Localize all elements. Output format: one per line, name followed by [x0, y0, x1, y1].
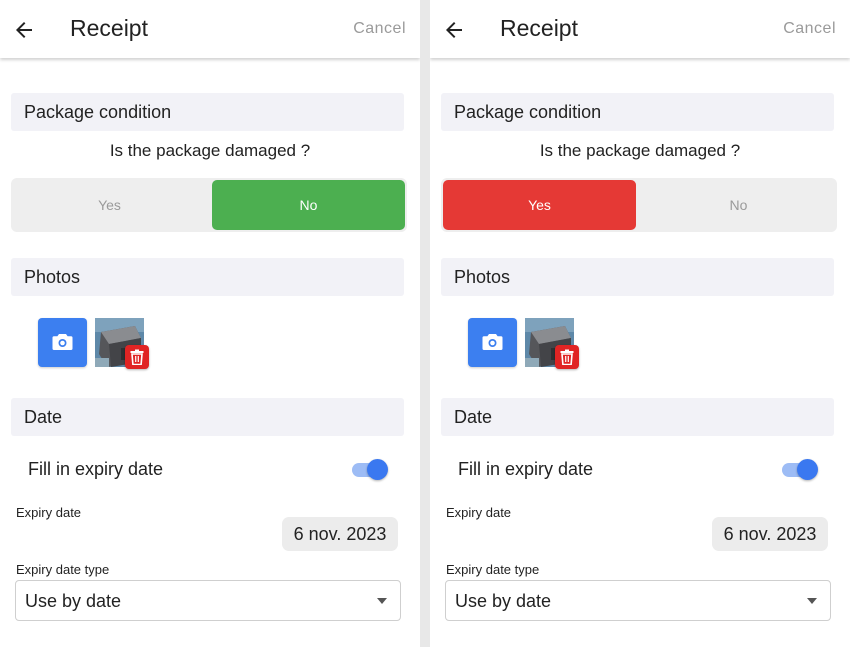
back-arrow-icon[interactable] [12, 18, 36, 42]
expiry-date-toggle[interactable] [780, 458, 820, 480]
damage-segmented-control: Yes No [11, 178, 407, 232]
trash-icon [560, 349, 574, 365]
expiry-date-picker[interactable]: 6 nov. 2023 [282, 517, 398, 551]
add-photo-button[interactable] [38, 318, 87, 367]
back-arrow-icon[interactable] [442, 18, 466, 42]
expiry-type-label: Expiry date type [446, 562, 540, 577]
no-button[interactable]: No [212, 180, 405, 230]
expiry-toggle-label: Fill in expiry date [28, 459, 164, 479]
camera-icon [482, 334, 503, 350]
expiry-type-select[interactable]: Use by date [15, 580, 401, 621]
section-package-condition: Package condition [11, 93, 404, 131]
expiry-type-label: Expiry date type [16, 562, 110, 577]
add-photo-button[interactable] [468, 318, 517, 367]
damage-segmented-control: Yes No [441, 178, 837, 232]
app-bar: Receipt Cancel [430, 0, 850, 58]
section-date: Date [441, 398, 834, 436]
delete-photo-button[interactable] [555, 345, 579, 369]
yes-button[interactable]: Yes [443, 180, 636, 230]
damage-question: Is the package damaged ? [539, 141, 741, 160]
section-photos: Photos [11, 258, 404, 296]
expiry-date-label: Expiry date [16, 505, 82, 520]
caret-down-icon [807, 598, 817, 604]
section-package-condition: Package condition [441, 93, 834, 131]
no-button[interactable]: No [642, 180, 835, 230]
page-title: Receipt [70, 15, 148, 41]
section-date: Date [11, 398, 404, 436]
cancel-button[interactable]: Cancel [353, 20, 406, 38]
expiry-type-value: Use by date [25, 591, 122, 611]
expiry-toggle-label: Fill in expiry date [458, 459, 594, 479]
delete-photo-button[interactable] [125, 345, 149, 369]
expiry-date-picker[interactable]: 6 nov. 2023 [712, 517, 828, 551]
cancel-button[interactable]: Cancel [783, 20, 836, 38]
app-bar: Receipt Cancel [0, 0, 420, 58]
caret-down-icon [377, 598, 387, 604]
section-photos: Photos [441, 258, 834, 296]
damage-question: Is the package damaged ? [109, 141, 311, 160]
trash-icon [130, 349, 144, 365]
expiry-date-toggle[interactable] [350, 458, 390, 480]
expiry-type-value: Use by date [455, 591, 552, 611]
camera-icon [52, 334, 73, 350]
page-title: Receipt [500, 15, 578, 41]
yes-button[interactable]: Yes [13, 180, 206, 230]
expiry-date-label: Expiry date [446, 505, 512, 520]
expiry-type-select[interactable]: Use by date [445, 580, 831, 621]
receipt-screen-no: Receipt Cancel Package condition Is the … [0, 0, 420, 647]
receipt-screen-yes: Receipt Cancel Package condition Is the … [430, 0, 850, 647]
